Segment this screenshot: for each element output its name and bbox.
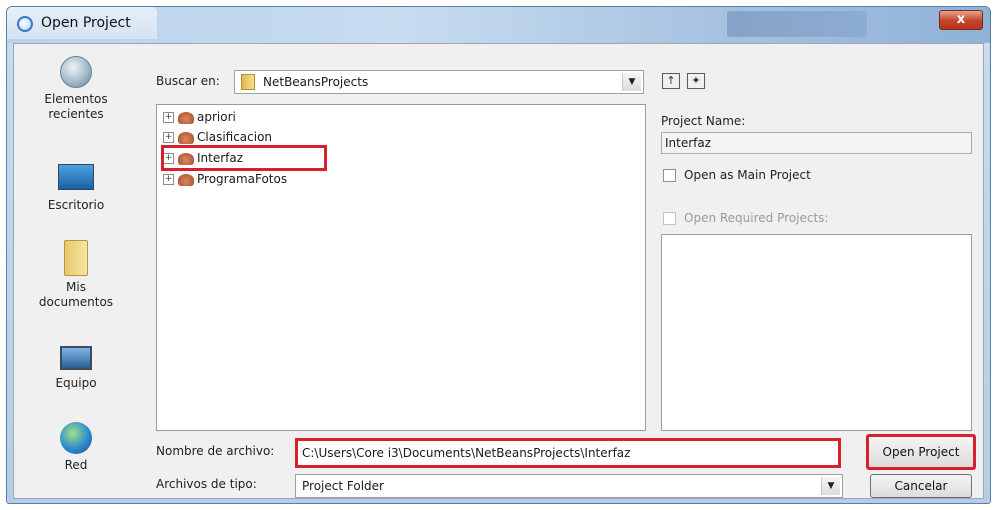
place-label: Elementos <box>44 92 108 106</box>
filetype-combo[interactable]: Project Folder ▼ <box>295 474 843 498</box>
close-button[interactable]: x <box>939 10 983 30</box>
open-project-dialog: Open Project x Elementos recientes Escri… <box>6 6 991 504</box>
list-item[interactable]: + ProgramaFotos <box>163 171 287 187</box>
required-projects-checkbox[interactable] <box>663 212 676 225</box>
place-documents[interactable]: Mis documentos <box>26 240 126 310</box>
place-label: documentos <box>38 295 114 309</box>
expand-icon[interactable]: + <box>163 112 174 123</box>
title-watermark <box>727 11 867 37</box>
expand-icon[interactable]: + <box>163 132 174 143</box>
new-folder-icon[interactable]: ✦ <box>687 73 705 89</box>
open-project-button[interactable]: Open Project <box>866 434 976 470</box>
list-item[interactable]: + apriori <box>163 109 236 125</box>
file-list[interactable]: + apriori + Clasificacion + Interfaz + Progr… <box>156 104 646 431</box>
project-name-label: Project Name: <box>661 114 746 128</box>
main-project-checkbox[interactable] <box>663 169 676 182</box>
recent-items-icon <box>60 56 92 88</box>
documents-icon <box>64 240 88 276</box>
place-label: Escritorio <box>47 198 105 212</box>
window-title: Open Project <box>41 15 131 31</box>
place-recent-items[interactable]: Elementos recientes <box>26 56 126 122</box>
project-icon <box>178 131 194 144</box>
filename-input[interactable]: C:\Users\Core i3\Documents\NetBeansProje… <box>295 438 841 468</box>
desktop-icon <box>58 164 94 190</box>
required-projects-label: Open Required Projects: <box>684 211 829 225</box>
project-name-field: Interfaz <box>661 132 972 154</box>
app-icon <box>17 16 33 32</box>
list-item-label: Clasificacion <box>197 130 273 144</box>
place-desktop[interactable]: Escritorio <box>26 164 126 213</box>
lookin-label: Buscar en: <box>156 74 220 88</box>
filename-label: Nombre de archivo: <box>156 444 275 458</box>
computer-icon <box>60 346 92 370</box>
chevron-down-icon[interactable]: ▼ <box>622 73 641 91</box>
cancel-button[interactable]: Cancelar <box>870 474 972 498</box>
list-item-label: apriori <box>197 110 236 124</box>
list-item[interactable]: + Clasificacion <box>163 129 272 145</box>
place-label: Red <box>64 458 88 472</box>
lookin-combo[interactable]: NetBeansProjects ▼ <box>234 70 644 94</box>
place-label: Equipo <box>55 376 97 390</box>
network-icon <box>60 422 92 454</box>
project-icon <box>178 111 194 124</box>
place-computer[interactable]: Equipo <box>26 346 126 391</box>
place-label: Mis <box>66 280 86 294</box>
title-bar[interactable]: Open Project x <box>7 7 990 43</box>
main-project-label: Open as Main Project <box>684 168 811 182</box>
expand-icon[interactable]: + <box>163 174 174 185</box>
place-network[interactable]: Red <box>26 422 126 473</box>
up-folder-icon[interactable]: ↑ <box>662 73 680 89</box>
dialog-client-area: Elementos recientes Escritorio Mis docum… <box>13 43 984 499</box>
project-icon <box>178 173 194 186</box>
filetype-value: Project Folder <box>302 479 384 493</box>
chevron-down-icon[interactable]: ▼ <box>821 477 840 495</box>
place-label: recientes <box>48 107 104 121</box>
highlight-annotation <box>161 145 327 171</box>
folder-icon <box>241 74 255 90</box>
required-projects-list[interactable] <box>661 234 972 431</box>
list-item-label: ProgramaFotos <box>197 172 288 186</box>
lookin-value: NetBeansProjects <box>263 75 369 89</box>
filetype-label: Archivos de tipo: <box>156 477 257 491</box>
